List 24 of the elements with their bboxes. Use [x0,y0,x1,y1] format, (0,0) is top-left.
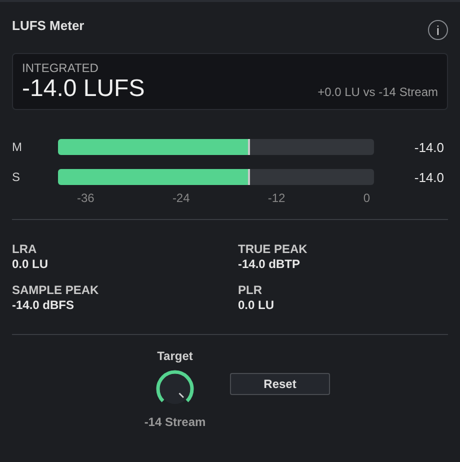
meter-reading: -14.0 [413,170,445,184]
scale-label: 0 [363,191,370,205]
channel-label: M [12,140,23,154]
scale-label: -24 [172,191,190,205]
panel-title: LUFS Meter [12,18,84,32]
target-value: -14 Stream [144,415,206,429]
target-label: Target [157,349,193,363]
integrated-value: -14.0 LUFS [22,75,145,103]
info-button[interactable]: i [428,20,448,40]
stat-label: LRA [12,242,38,256]
comparison-text: +0.0 LU vs -14 Stream [318,85,438,99]
stat-label: PLR [238,283,263,297]
reset-button[interactable]: Reset [230,373,330,395]
integrated-label: INTEGRATED [22,61,100,75]
stat-label: SAMPLE PEAK [12,283,100,297]
scale-label: -36 [77,191,94,205]
stat-label: TRUE PEAK [238,242,308,256]
stat-value: -14.0 dBFS [12,298,76,312]
channel-label: S [12,170,22,184]
scale-label: -12 [268,191,286,205]
stat-value: -14.0 dBTP [238,257,302,271]
stat-value: 0.0 LU [238,298,276,312]
stat-value: 0.0 LU [12,257,50,271]
meter-reading: -14.0 [413,140,445,154]
